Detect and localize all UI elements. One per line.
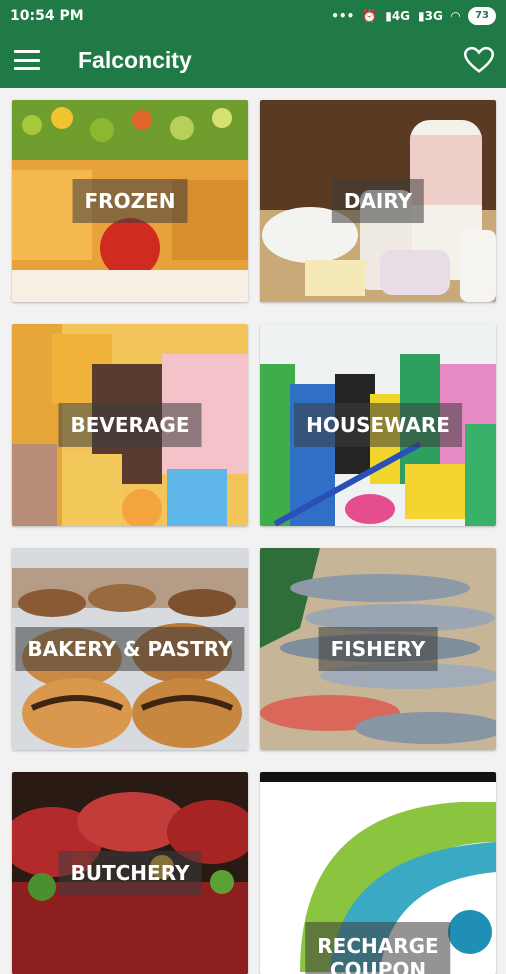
category-label: FISHERY (318, 627, 438, 671)
alarm-icon: ⏰ (362, 9, 378, 23)
category-label: RECHARGE COUPON (305, 922, 451, 974)
category-label: HOUSEWARE (294, 403, 462, 447)
status-bar: 10:54 PM ••• ⏰ ▮4G ▮3G ◠ 73 (0, 0, 506, 32)
category-tile-bakery-pastry[interactable]: BAKERY & PASTRY (12, 548, 248, 750)
app-bar: Falconcity (0, 32, 506, 88)
battery-icon: 73 (468, 7, 496, 25)
category-tile-butchery[interactable]: BUTCHERY (12, 772, 248, 974)
category-tile-beverage[interactable]: BEVERAGE (12, 324, 248, 526)
hamburger-menu-icon[interactable] (14, 50, 40, 70)
category-label: BEVERAGE (58, 403, 202, 447)
status-icons: ••• ⏰ ▮4G ▮3G ◠ 73 (331, 7, 496, 25)
category-grid: FROZEN DAIRY BEVERAGE HOUSEWARE BAKERY &… (12, 100, 496, 974)
category-tile-frozen[interactable]: FROZEN (12, 100, 248, 302)
signal-4g-icon: ▮4G (385, 9, 411, 23)
heart-icon[interactable] (464, 46, 494, 74)
category-label: BUTCHERY (58, 851, 202, 895)
category-tile-dairy[interactable]: DAIRY (260, 100, 496, 302)
category-tile-houseware[interactable]: HOUSEWARE (260, 324, 496, 526)
notification-dots: ••• (331, 9, 355, 23)
category-tile-fishery[interactable]: FISHERY (260, 548, 496, 750)
wifi-icon: ◠ (450, 9, 461, 23)
category-label: BAKERY & PASTRY (15, 627, 245, 671)
signal-3g-icon: ▮3G (418, 9, 443, 23)
app-title: Falconcity (78, 46, 192, 73)
category-label: FROZEN (72, 179, 188, 223)
status-time: 10:54 PM (10, 8, 84, 24)
category-label: DAIRY (331, 179, 425, 223)
category-tile-recharge-coupon[interactable]: RECHARGE COUPON (260, 772, 496, 974)
